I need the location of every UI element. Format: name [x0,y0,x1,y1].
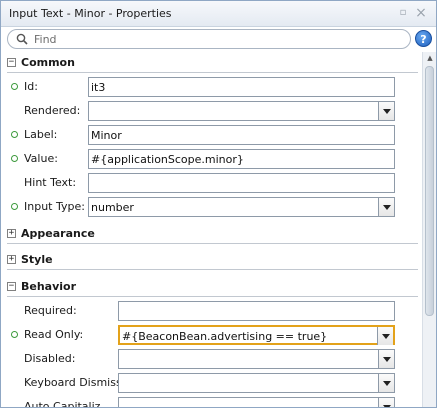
field-label: Value: [24,152,58,165]
section-appearance[interactable]: + Appearance [1,224,422,244]
keyboard-dismiss-combo[interactable] [118,373,395,393]
dropdown-arrow-icon[interactable] [378,398,394,407]
label-field[interactable]: Minor [88,125,395,145]
section-behavior[interactable]: − Behavior [1,277,422,297]
properties-content: − Common Id: it3 Rendered: Label: Minor … [1,52,422,408]
field-label: Auto Capitaliz [24,400,101,408]
field-label: Read Only: [24,328,84,341]
field-label: Required: [24,304,77,317]
section-divider [7,243,418,244]
field-label: Label: [24,128,58,141]
rendered-combo[interactable] [88,101,395,121]
properties-window: Input Text - Minor - Properties ▫ × ? − … [0,0,437,408]
required-indicator-icon [11,331,18,338]
section-label: Behavior [21,280,77,293]
dropdown-arrow-icon[interactable] [377,327,393,345]
section-style[interactable]: + Style [1,250,422,270]
row-auto-capitalize: Auto Capitaliz [1,395,422,408]
required-indicator-icon [11,155,18,162]
row-hint-text: Hint Text: [1,171,422,195]
expand-icon[interactable]: + [7,229,16,238]
search-input[interactable] [34,31,404,47]
dropdown-arrow-icon[interactable] [378,350,394,368]
id-field[interactable]: it3 [88,77,395,97]
dropdown-arrow-icon[interactable] [378,374,394,392]
collapse-icon[interactable]: − [7,282,16,291]
section-label: Style [21,253,53,266]
scrollbar-thumb[interactable] [425,66,434,316]
field-label: Rendered: [24,104,81,117]
hint-text-field[interactable] [88,173,395,193]
section-divider [7,296,418,297]
required-field[interactable] [118,301,395,321]
field-label: Input Type: [24,200,85,213]
dropdown-arrow-icon[interactable] [378,102,394,120]
section-divider [7,72,418,73]
field-label: Hint Text: [24,176,77,189]
window-title: Input Text - Minor - Properties [9,7,172,20]
field-label: Disabled: [24,352,76,365]
row-required: Required: [1,299,422,323]
section-label: Common [21,56,75,69]
disabled-combo[interactable] [118,349,395,369]
section-label: Appearance [21,227,95,240]
section-divider [7,269,418,270]
required-indicator-icon [11,131,18,138]
vertical-scrollbar[interactable]: ▲ [422,52,436,407]
value-field[interactable]: #{applicationScope.minor} [88,149,395,169]
expand-icon[interactable]: + [7,255,16,264]
field-label: Keyboard Dismiss: [24,376,126,389]
scroll-up-icon[interactable]: ▲ [426,54,434,62]
section-common[interactable]: − Common [1,53,422,73]
required-indicator-icon [11,203,18,210]
search-box [7,29,411,49]
row-id: Id: it3 [1,75,422,99]
title-bar: Input Text - Minor - Properties ▫ × [1,1,436,27]
field-label: Id: [24,80,38,93]
search-icon [16,33,28,45]
read-only-combo[interactable]: #{BeaconBean.advertising == true} [118,325,395,345]
collapse-icon[interactable]: − [7,58,16,67]
dropdown-arrow-icon[interactable] [378,198,394,216]
input-type-combo[interactable]: number [88,197,395,217]
row-read-only: Read Only: #{BeaconBean.advertising == t… [1,323,422,347]
row-input-type: Input Type: number [1,195,422,219]
panel-menu-icon[interactable]: ▫ [396,5,410,21]
row-keyboard-dismiss: Keyboard Dismiss: [1,371,422,395]
row-label: Label: Minor [1,123,422,147]
row-disabled: Disabled: [1,347,422,371]
required-indicator-icon [11,83,18,90]
auto-capitalize-combo[interactable] [118,397,395,407]
row-rendered: Rendered: [1,99,422,123]
close-icon[interactable]: × [414,5,428,21]
help-icon[interactable]: ? [415,30,432,47]
row-value: Value: #{applicationScope.minor} [1,147,422,171]
